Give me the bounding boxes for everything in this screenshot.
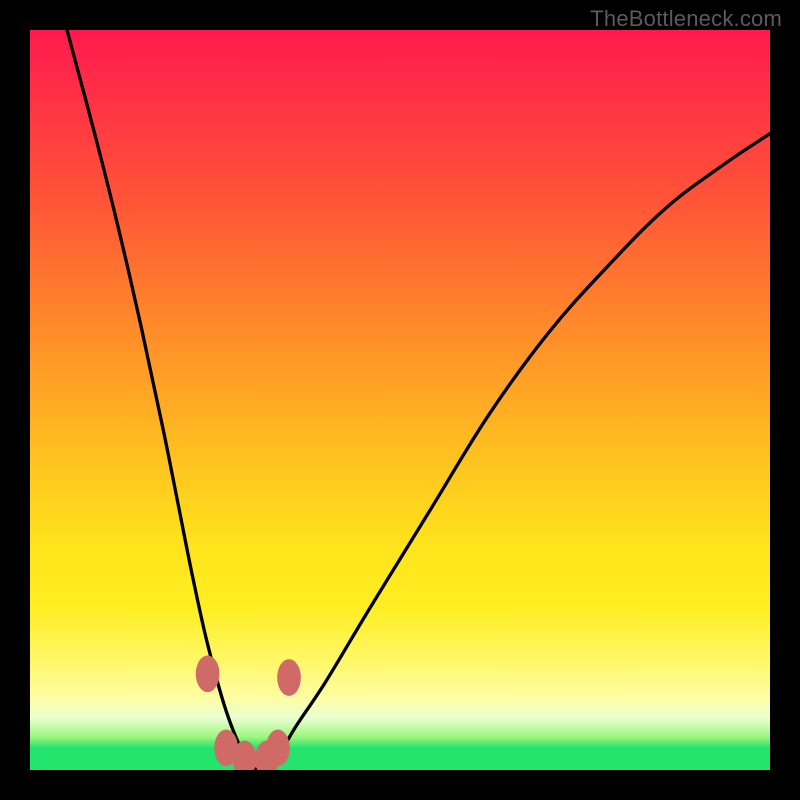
curve-marker bbox=[266, 729, 290, 766]
curve-marker bbox=[196, 655, 220, 692]
bottleneck-curve bbox=[67, 30, 770, 770]
chart-frame bbox=[30, 30, 770, 770]
curve-markers bbox=[196, 655, 301, 770]
chart-svg bbox=[30, 30, 770, 770]
curve-marker bbox=[277, 659, 301, 696]
attribution-text: TheBottleneck.com bbox=[590, 6, 782, 32]
